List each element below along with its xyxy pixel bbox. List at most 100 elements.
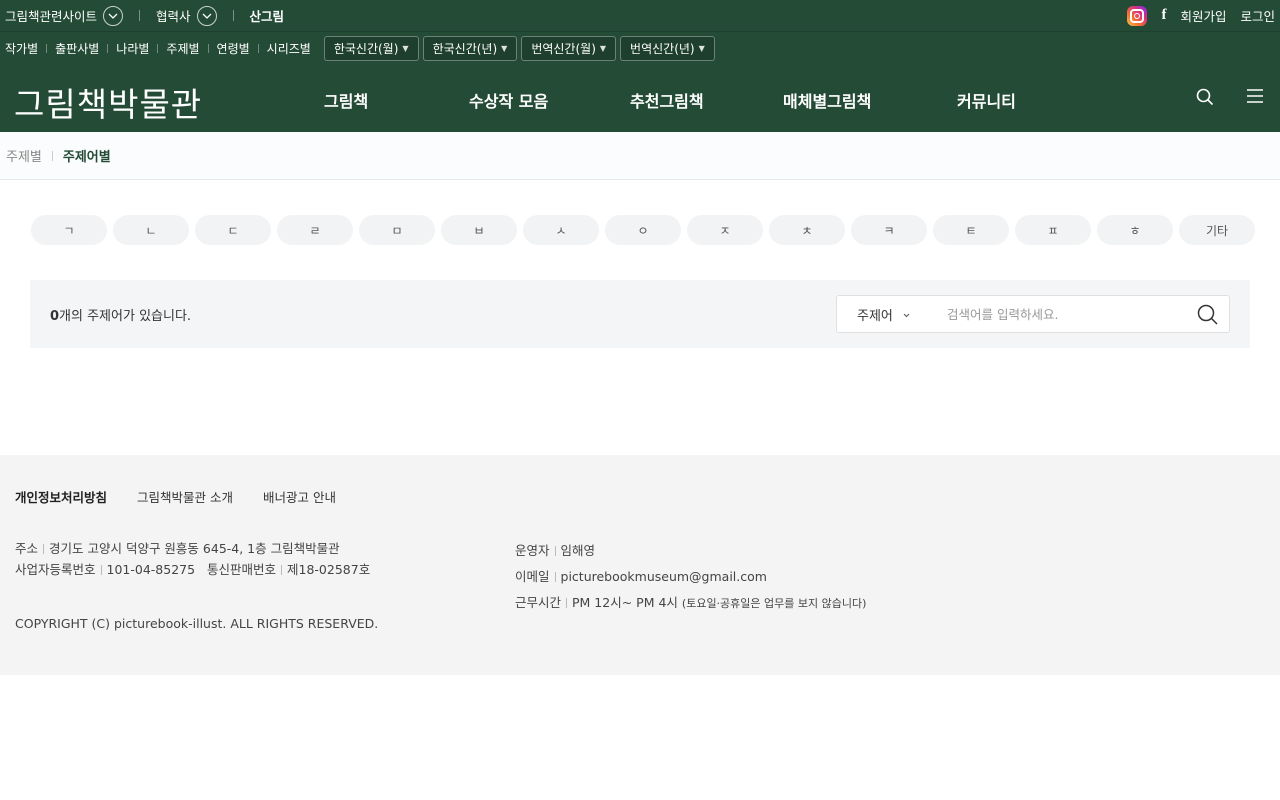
- consonant-button[interactable]: ㄴ: [113, 215, 189, 245]
- search-button[interactable]: [1185, 296, 1229, 332]
- chevron-down-icon[interactable]: [103, 5, 124, 26]
- chevron-down-icon: ▼: [501, 43, 508, 53]
- nav-awards[interactable]: 수상작 모음: [469, 88, 548, 112]
- related-sites-label: 그림책관련사이트: [5, 9, 98, 24]
- footer-privacy-link[interactable]: 개인정보처리방침: [15, 487, 107, 506]
- chevron-down-icon[interactable]: [196, 5, 217, 26]
- address-value: 경기도 고양시 덕양구 원흥동 645-4, 1층 그림책박물관: [49, 541, 340, 556]
- consonant-button[interactable]: ㅇ: [605, 215, 681, 245]
- chevron-down-icon: ▼: [599, 43, 607, 53]
- link-author[interactable]: 작가별: [5, 40, 38, 57]
- divider: [232, 10, 234, 21]
- dropdown-korean-monthly[interactable]: 한국신간(월) ▼: [323, 35, 419, 61]
- consonant-button[interactable]: ㅂ: [441, 215, 517, 245]
- hours-note: (토요일·공휴일은 업무를 보지 않습니다): [681, 597, 867, 610]
- divider: [139, 10, 141, 21]
- search-icon: [1197, 304, 1218, 325]
- top-utility-bar: 그림책관련사이트 협력사 산그림 f 회원가입 로그인: [0, 0, 1280, 31]
- footer-links: 개인정보처리방침 그림책박물관 소개 배너광고 안내: [15, 487, 336, 506]
- search-icon[interactable]: [1196, 88, 1214, 110]
- link-age[interactable]: 연령별: [217, 40, 250, 57]
- consonant-button[interactable]: ㄹ: [277, 215, 353, 245]
- dropdown-label: 번역신간(년): [630, 41, 695, 56]
- footer-address-row: 주소 경기도 고양시 덕양구 원흥동 645-4, 1층 그림책박물관: [15, 538, 370, 559]
- nav-community[interactable]: 커뮤니티: [957, 88, 1016, 112]
- hamburger-menu-icon[interactable]: [1246, 88, 1264, 110]
- breadcrumb-current[interactable]: 주제어별: [63, 146, 111, 165]
- facebook-icon[interactable]: f: [1161, 7, 1166, 24]
- search-input[interactable]: [937, 306, 1185, 322]
- search-box: 주제어: [836, 295, 1230, 333]
- dropdown-label: 번역신간(월): [531, 41, 596, 56]
- related-sites-menu[interactable]: 그림책관련사이트: [5, 5, 124, 26]
- main-header: 그림책박물관 그림책 수상작 모음 추천그림책 매체별그림책 커뮤니티: [0, 64, 1280, 132]
- chevron-down-icon: ▼: [402, 43, 409, 53]
- utility-links: 그림책관련사이트 협력사 산그림: [5, 5, 285, 26]
- partners-menu[interactable]: 협력사: [156, 5, 217, 26]
- footer-biz-row: 사업자등록번호 101-04-85275 통신판매번호 제18-02587호: [15, 559, 370, 580]
- main-nav: 그림책 수상작 모음 추천그림책 매체별그림책 커뮤니티: [0, 64, 1280, 132]
- consonant-button[interactable]: ㅋ: [851, 215, 927, 245]
- result-count-number: 0: [50, 308, 60, 324]
- divider: [43, 544, 45, 554]
- header-icons: [1196, 88, 1264, 110]
- divider: [157, 43, 159, 53]
- link-country[interactable]: 나라별: [116, 40, 149, 57]
- dropdown-translated-yearly[interactable]: 번역신간(년) ▼: [620, 35, 715, 61]
- consonant-button[interactable]: ㅁ: [359, 215, 435, 245]
- search-type-label: 주제어: [857, 308, 893, 324]
- biz-label: 사업자등록번호: [15, 562, 96, 577]
- operator-value: 임해영: [560, 543, 596, 558]
- link-series[interactable]: 시리즈별: [267, 40, 311, 57]
- chevron-down-icon: [903, 307, 910, 322]
- instagram-icon[interactable]: [1127, 5, 1148, 26]
- breadcrumb-parent[interactable]: 주제별: [6, 146, 42, 165]
- consonant-button[interactable]: ㄱ: [31, 215, 107, 245]
- consonant-button[interactable]: ㅍ: [1015, 215, 1091, 245]
- sangrim-link[interactable]: 산그림: [250, 6, 285, 25]
- consonant-button[interactable]: ㅌ: [933, 215, 1009, 245]
- consonant-button[interactable]: ㅎ: [1097, 215, 1173, 245]
- nav-picturebook[interactable]: 그림책: [324, 88, 368, 112]
- divider: [107, 43, 109, 53]
- footer-contact-info: 운영자 임해영 이메일 picturebookmuseum@gmail.com 근무…: [515, 538, 866, 617]
- divider: [51, 150, 53, 161]
- biz-value: 101-04-85275: [106, 562, 196, 577]
- consonant-button[interactable]: ㅅ: [523, 215, 599, 245]
- nav-media[interactable]: 매체별그림책: [783, 88, 871, 112]
- link-publisher[interactable]: 출판사별: [55, 40, 99, 57]
- category-bar: 작가별 출판사별 나라별 주제별 연령별 시리즈별 한국신간(월) ▼ 한국신간(…: [0, 31, 1280, 64]
- operator-label: 운영자: [515, 543, 550, 558]
- hours-value: PM 12시~ PM 4시: [572, 595, 678, 610]
- signup-link[interactable]: 회원가입: [1180, 6, 1226, 25]
- login-link[interactable]: 로그인: [1240, 6, 1275, 25]
- dropdown-korean-yearly[interactable]: 한국신간(년) ▼: [422, 35, 518, 61]
- email-value[interactable]: picturebookmuseum@gmail.com: [561, 569, 767, 584]
- dropdown-label: 한국신간(년): [432, 41, 498, 56]
- account-links: f 회원가입 로그인: [1127, 5, 1275, 26]
- search-type-select[interactable]: 주제어: [837, 305, 937, 324]
- divider: [554, 572, 556, 582]
- consonant-button-other[interactable]: 기타: [1179, 215, 1255, 245]
- chevron-down-icon: ▼: [698, 43, 705, 53]
- dropdown-translated-monthly[interactable]: 번역신간(월) ▼: [521, 35, 617, 61]
- consonant-button[interactable]: ㅈ: [687, 215, 763, 245]
- footer-banner-link[interactable]: 배너광고 안내: [263, 487, 336, 506]
- divider: [207, 43, 209, 53]
- hours-label: 근무시간: [515, 595, 562, 610]
- footer: 개인정보처리방침 그림책박물관 소개 배너광고 안내 주소 경기도 고양시 덕양구…: [0, 455, 1280, 675]
- consonant-button[interactable]: ㄷ: [195, 215, 271, 245]
- divider: [46, 43, 48, 53]
- footer-about-link[interactable]: 그림책박물관 소개: [137, 487, 233, 506]
- nav-recommended[interactable]: 추천그림책: [630, 88, 704, 112]
- link-subject[interactable]: 주제별: [166, 40, 199, 57]
- breadcrumb: 주제별 주제어별: [0, 132, 1280, 180]
- footer-operator-row: 운영자 임해영: [515, 538, 866, 564]
- consonant-button[interactable]: ㅊ: [769, 215, 845, 245]
- address-label: 주소: [15, 541, 39, 556]
- divider: [257, 43, 259, 53]
- mail-order-value: 제18-02587호: [287, 562, 371, 577]
- partners-label: 협력사: [156, 9, 191, 24]
- copyright: COPYRIGHT (C) picturebook-illust. ALL RI…: [15, 616, 379, 631]
- footer-email-row: 이메일 picturebookmuseum@gmail.com: [515, 564, 866, 590]
